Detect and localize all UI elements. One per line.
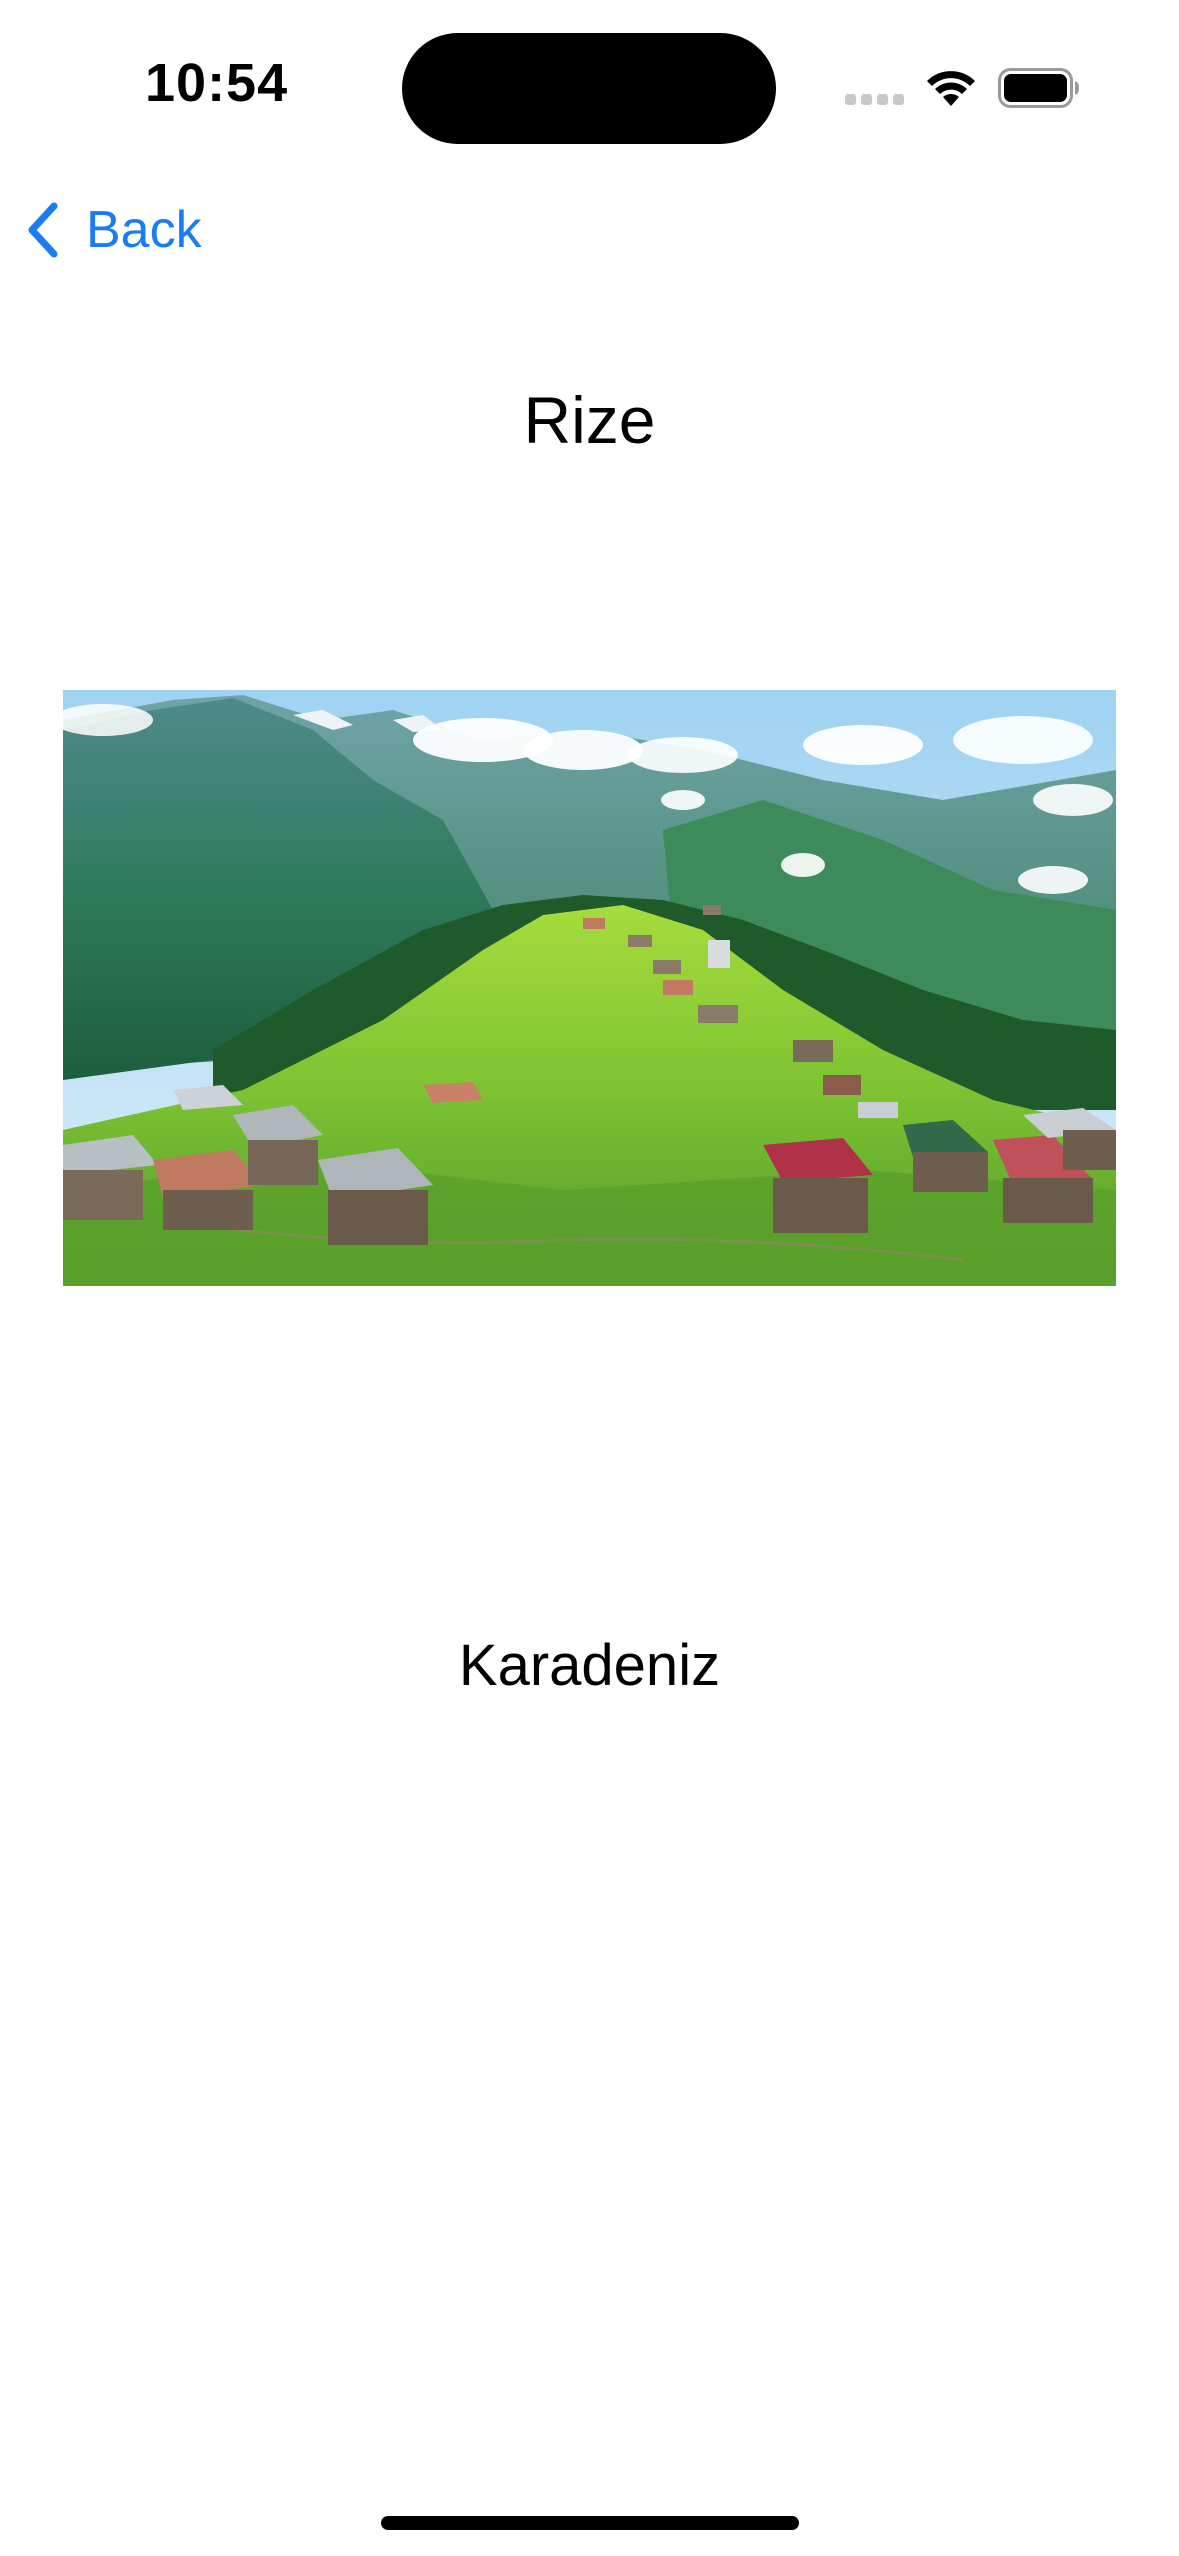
wifi-icon	[927, 71, 975, 106]
dynamic-island	[402, 33, 776, 144]
navigation-bar: Back	[0, 170, 1179, 290]
back-button[interactable]: Back	[24, 198, 202, 262]
page-title: Rize	[523, 383, 656, 457]
cellular-signal-icon	[845, 94, 905, 108]
status-time: 10:54	[145, 53, 289, 113]
landscape-photo	[63, 690, 1116, 1286]
region-label: Karadeniz	[458, 1633, 721, 1698]
home-indicator[interactable]	[381, 2516, 799, 2530]
battery-icon	[998, 68, 1079, 108]
chevron-left-icon	[28, 202, 58, 258]
status-bar: 10:54	[0, 0, 1179, 170]
back-label: Back	[86, 201, 202, 259]
